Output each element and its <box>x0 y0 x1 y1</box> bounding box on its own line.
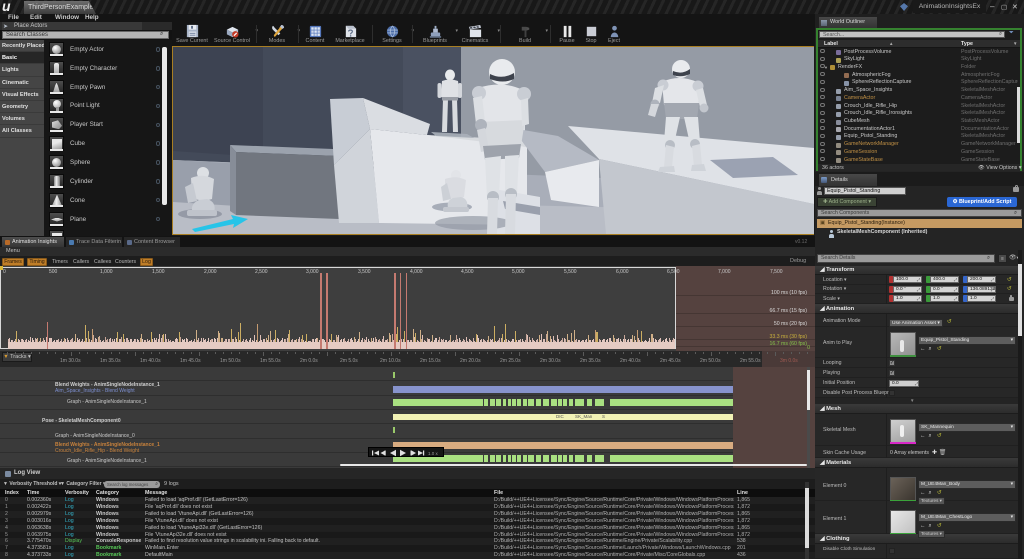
svg-text:1.0 x: 1.0 x <box>428 451 439 456</box>
